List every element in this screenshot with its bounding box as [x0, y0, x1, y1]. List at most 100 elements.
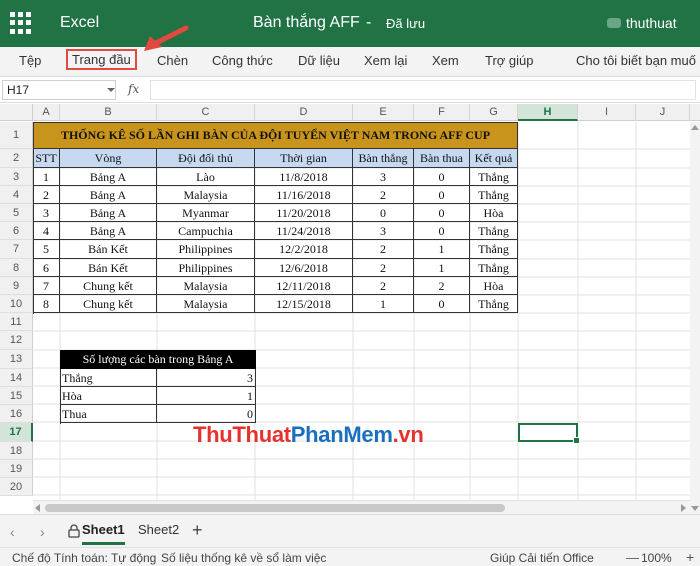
column-header[interactable]: A	[33, 104, 60, 121]
column-header[interactable]: B	[60, 104, 157, 121]
row-header[interactable]: 8	[0, 259, 33, 277]
tab-formulas[interactable]: Công thức	[212, 53, 273, 68]
app-name[interactable]: Excel	[60, 14, 99, 32]
user-name[interactable]: thuthuat	[626, 15, 677, 31]
table-cell[interactable]: Hòa	[470, 277, 518, 295]
table-cell[interactable]: Thắng	[470, 259, 518, 277]
sheet-tab-sheet1[interactable]: Sheet1	[82, 515, 125, 545]
active-cell-selection[interactable]	[518, 423, 580, 444]
table-cell[interactable]: Thắng	[470, 168, 518, 186]
row-header[interactable]: 6	[0, 222, 33, 240]
formula-input[interactable]	[150, 80, 696, 100]
row-header[interactable]: 7	[0, 240, 33, 259]
name-box[interactable]: H17	[2, 80, 116, 100]
row-header[interactable]: 9	[0, 277, 33, 295]
table-cell[interactable]: 0	[414, 204, 470, 222]
table-header-cell[interactable]: Kết quả	[470, 149, 518, 168]
table-cell[interactable]: 2	[353, 240, 414, 259]
calculation-mode[interactable]: Chế độ Tính toán: Tự động	[12, 551, 156, 565]
tab-insert[interactable]: Chèn	[157, 53, 188, 68]
table-cell[interactable]: Thắng	[470, 240, 518, 259]
table-title[interactable]: THỐNG KÊ SỐ LẦN GHI BÀN CỦA ĐỘI TUYỂN VI…	[33, 122, 518, 149]
row-header[interactable]: 3	[0, 168, 33, 186]
table-cell[interactable]: 1	[33, 168, 60, 186]
table-cell[interactable]: Thắng	[470, 186, 518, 204]
zoom-level[interactable]: 100%	[641, 551, 672, 565]
table-header-cell[interactable]: Bàn thua	[414, 149, 470, 168]
column-header[interactable]: I	[578, 104, 636, 121]
table-cell[interactable]: 2	[353, 186, 414, 204]
add-sheet-button[interactable]: +	[192, 520, 203, 541]
table-header-cell[interactable]: Vòng	[60, 149, 157, 168]
summary-value-cell[interactable]: 1	[157, 387, 256, 405]
column-header[interactable]: J	[636, 104, 690, 121]
table-cell[interactable]: Campuchia	[157, 222, 255, 240]
row-header[interactable]: 11	[0, 313, 33, 331]
row-header-selected[interactable]: 17	[0, 423, 33, 442]
table-cell[interactable]: 11/24/2018	[255, 222, 353, 240]
scroll-right-icon[interactable]	[681, 504, 686, 512]
table-cell[interactable]: 12/6/2018	[255, 259, 353, 277]
column-header[interactable]: D	[255, 104, 353, 121]
table-cell[interactable]: 3	[353, 168, 414, 186]
table-cell[interactable]: 5	[33, 240, 60, 259]
row-header[interactable]: 14	[0, 369, 33, 387]
table-cell[interactable]: 6	[33, 259, 60, 277]
table-header-cell[interactable]: Bàn thắng	[353, 149, 414, 168]
table-cell[interactable]: Bảng A	[60, 222, 157, 240]
table-cell[interactable]: 4	[33, 222, 60, 240]
table-header-cell[interactable]: STT	[33, 149, 60, 168]
row-header[interactable]: 20	[0, 478, 33, 496]
table-cell[interactable]: Bán Kết	[60, 259, 157, 277]
table-cell[interactable]: Bảng A	[60, 204, 157, 222]
tab-file[interactable]: Tệp	[19, 53, 41, 68]
chevron-right-icon[interactable]: ›	[40, 524, 45, 540]
tab-help[interactable]: Trợ giúp	[485, 53, 534, 68]
zoom-out-button[interactable]: —	[626, 550, 639, 565]
summary-title[interactable]: Số lượng các bàn trong Bảng A	[60, 350, 256, 369]
table-cell[interactable]: Thắng	[470, 295, 518, 313]
summary-label-cell[interactable]: Thắng	[60, 369, 157, 387]
horizontal-scrollbar[interactable]	[33, 500, 690, 514]
table-cell[interactable]: 2	[414, 277, 470, 295]
summary-value-cell[interactable]: 3	[157, 369, 256, 387]
table-cell[interactable]: Bảng A	[60, 168, 157, 186]
chevron-left-icon[interactable]: ‹	[10, 524, 15, 540]
app-launcher-icon[interactable]	[10, 12, 32, 34]
tab-data[interactable]: Dữ liệu	[298, 53, 340, 68]
column-header[interactable]: G	[470, 104, 518, 121]
table-cell[interactable]: 8	[33, 295, 60, 313]
function-icon[interactable]: fx	[128, 82, 139, 96]
table-cell[interactable]: Hòa	[470, 204, 518, 222]
feedback-link[interactable]: Giúp Cải tiến Office	[490, 551, 594, 565]
table-cell[interactable]: 0	[414, 295, 470, 313]
table-cell[interactable]: Bán Kết	[60, 240, 157, 259]
select-all-corner[interactable]	[0, 104, 33, 121]
table-cell[interactable]: 12/2/2018	[255, 240, 353, 259]
tab-view[interactable]: Xem	[432, 53, 459, 68]
sheet-tab-sheet2[interactable]: Sheet2	[138, 515, 179, 545]
summary-label-cell[interactable]: Thua	[60, 405, 157, 423]
scroll-left-icon[interactable]	[35, 504, 40, 512]
column-header[interactable]: C	[157, 104, 255, 121]
workbook-statistics[interactable]: Số liệu thống kê về sổ làm việc	[161, 551, 326, 565]
row-header[interactable]: 18	[0, 442, 33, 460]
table-cell[interactable]: 2	[33, 186, 60, 204]
tell-me-search[interactable]: Cho tôi biết bạn muố	[576, 53, 696, 68]
table-cell[interactable]: Malaysia	[157, 277, 255, 295]
chevron-down-icon[interactable]	[107, 88, 115, 92]
table-cell[interactable]: Myanmar	[157, 204, 255, 222]
table-cell[interactable]: 0	[353, 204, 414, 222]
table-cell[interactable]: Chung kết	[60, 277, 157, 295]
table-cell[interactable]: 0	[414, 186, 470, 204]
row-header[interactable]: 15	[0, 387, 33, 405]
table-header-cell[interactable]: Đội đối thủ	[157, 149, 255, 168]
row-header[interactable]: 4	[0, 186, 33, 204]
table-cell[interactable]: 1	[353, 295, 414, 313]
row-header[interactable]: 12	[0, 331, 33, 350]
row-header[interactable]: 2	[0, 149, 33, 168]
table-cell[interactable]: Malaysia	[157, 295, 255, 313]
column-header-selected[interactable]: H	[518, 104, 578, 121]
scroll-down-icon[interactable]	[691, 506, 699, 511]
table-cell[interactable]: 7	[33, 277, 60, 295]
